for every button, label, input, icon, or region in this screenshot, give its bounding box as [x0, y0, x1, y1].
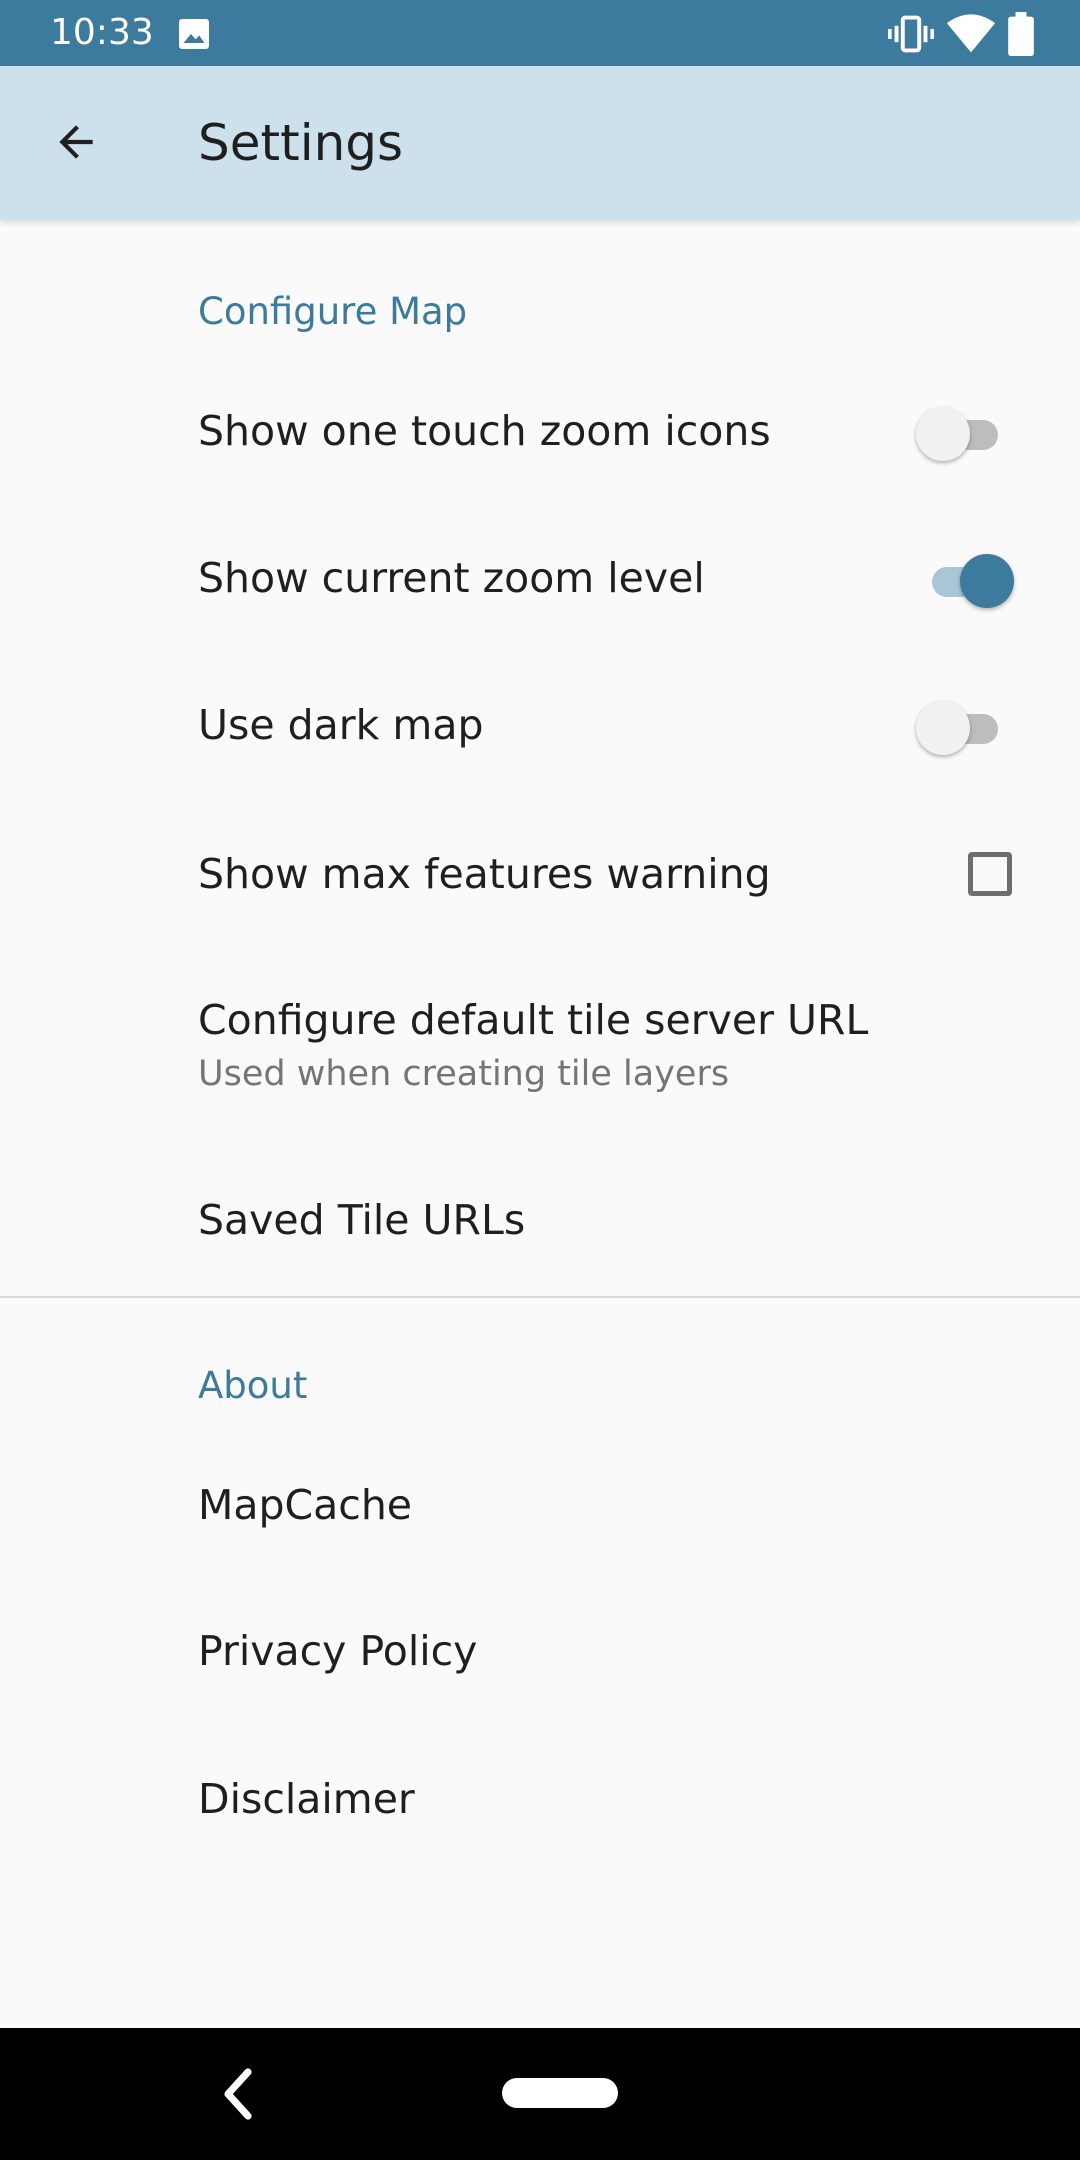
section-header-configure-map: Configure Map	[198, 290, 468, 333]
navigation-bar	[0, 2028, 1080, 2160]
switch-thumb	[916, 701, 970, 755]
pref-disclaimer[interactable]: Disclaimer	[0, 1728, 1080, 1874]
pref-show-current-zoom-level[interactable]: Show current zoom level	[0, 508, 1080, 654]
arrow-left-icon	[59, 125, 93, 159]
pref-title: Show max features warning	[198, 850, 771, 898]
pref-title: Configure default tile server URL	[198, 996, 869, 1044]
wifi-icon	[946, 14, 996, 53]
zoom-icons-switch[interactable]	[914, 398, 1014, 470]
dark-map-switch[interactable]	[914, 692, 1014, 764]
page-title: Settings	[198, 114, 404, 172]
pref-title: Show current zoom level	[198, 554, 705, 602]
switch-thumb	[960, 554, 1014, 608]
status-time: 10:33	[50, 12, 154, 53]
settings-screen: 10:33 Settings Configure Map Show one to…	[0, 0, 1080, 2160]
section-divider	[0, 1296, 1080, 1298]
battery-icon	[1008, 12, 1034, 56]
pref-title: MapCache	[198, 1481, 413, 1529]
pref-configure-default-tile-server-url[interactable]: Configure default tile server URL Used w…	[0, 948, 1080, 1148]
pref-privacy-policy[interactable]: Privacy Policy	[0, 1580, 1080, 1728]
pref-use-dark-map[interactable]: Use dark map	[0, 654, 1080, 802]
switch-thumb	[916, 407, 970, 461]
back-button[interactable]	[40, 106, 112, 178]
pref-title: Disclaimer	[198, 1775, 415, 1823]
pref-title: Saved Tile URLs	[198, 1196, 526, 1244]
pref-title: Privacy Policy	[198, 1627, 478, 1675]
app-bar: Settings	[0, 66, 1080, 220]
pref-summary: Used when creating tile layers	[198, 1054, 730, 1094]
pref-show-one-touch-zoom-icons[interactable]: Show one touch zoom icons	[0, 360, 1080, 508]
settings-list: Configure Map Show one touch zoom icons …	[0, 220, 1080, 2028]
status-bar: 10:33	[0, 0, 1080, 66]
max-features-warning-checkbox[interactable]	[968, 852, 1012, 896]
pref-title: Show one touch zoom icons	[198, 407, 771, 455]
pref-title: Use dark map	[198, 701, 484, 749]
gallery-icon	[179, 19, 209, 49]
current-zoom-level-switch[interactable]	[914, 545, 1014, 617]
pref-mapcache[interactable]: MapCache	[0, 1434, 1080, 1580]
pref-show-max-features-warning[interactable]: Show max features warning	[0, 802, 1080, 948]
section-header-about: About	[198, 1364, 308, 1407]
home-pill-icon[interactable]	[502, 2078, 618, 2108]
nav-back-icon[interactable]	[218, 2064, 258, 2124]
vibrate-icon	[888, 15, 934, 53]
pref-saved-tile-urls[interactable]: Saved Tile URLs	[0, 1148, 1080, 1294]
